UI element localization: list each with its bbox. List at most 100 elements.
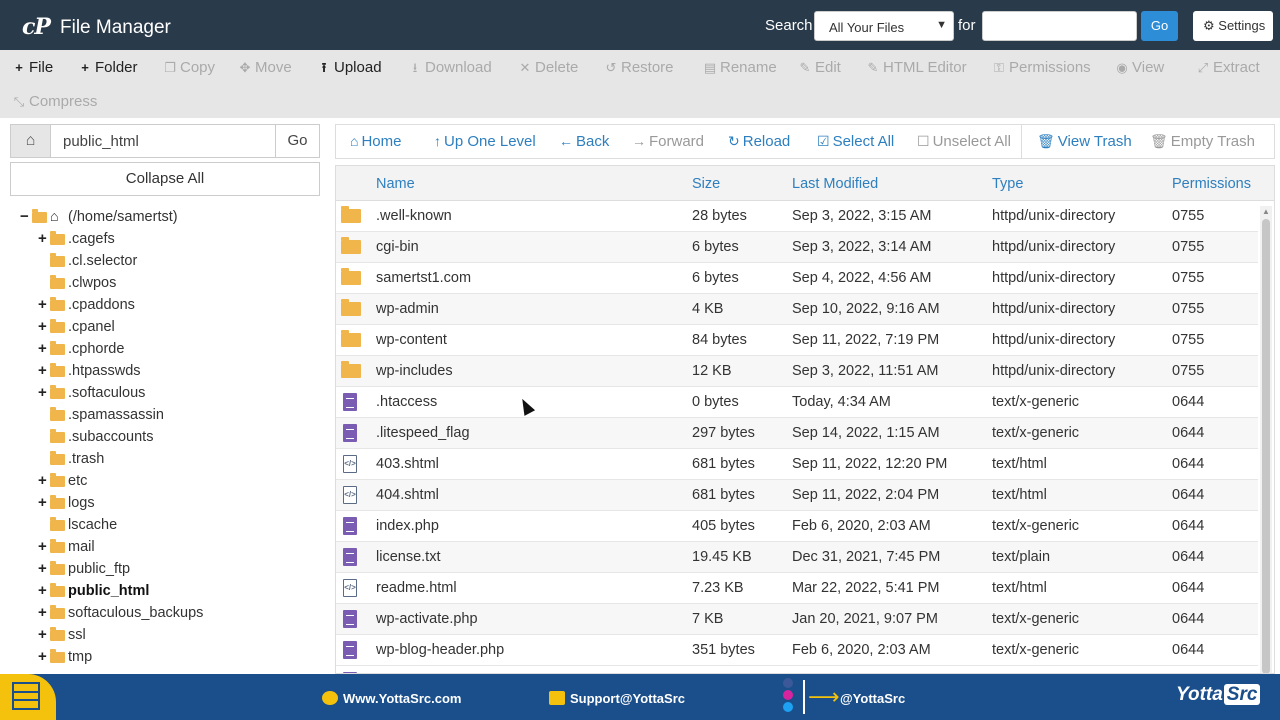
- expand-icon[interactable]: +: [38, 646, 50, 668]
- toolbar-copy-button[interactable]: ❐ Copy: [163, 58, 215, 78]
- table-row[interactable]: wp-blog-header.php 351 bytes Feb 6, 2020, …: [336, 635, 1258, 666]
- website-link[interactable]: Www.YottaSrc.com: [322, 691, 461, 706]
- tree-item[interactable]: + logs: [38, 492, 330, 514]
- toolbar-upload-button[interactable]: ⭱ Upload: [317, 58, 382, 78]
- collapse-icon[interactable]: −: [20, 206, 32, 228]
- tree-item[interactable]: + .softaculous: [38, 382, 330, 404]
- path-input[interactable]: public_html: [63, 133, 139, 150]
- tree-item[interactable]: + .cpanel: [38, 316, 330, 338]
- expand-icon[interactable]: +: [38, 338, 50, 360]
- tree-item[interactable]: + softaculous_backups: [38, 602, 330, 624]
- tree-item-label: .cagefs: [68, 231, 115, 247]
- twitter-icon[interactable]: [783, 702, 793, 712]
- social-handle[interactable]: @YottaSrc: [840, 691, 905, 706]
- tree-item[interactable]: .cl.selector: [38, 250, 330, 272]
- nav-forward-button[interactable]: → Forward: [632, 133, 704, 150]
- table-row[interactable]: </> 403.shtml 681 bytes Sep 11, 2022, 12:20…: [336, 449, 1258, 480]
- toolbar-compress-button[interactable]: ⤡ Compress: [12, 92, 98, 112]
- table-row[interactable]: wp-includes 12 KB Sep 3, 2022, 11:51 AM htt…: [336, 356, 1258, 387]
- tree-item[interactable]: + public_ftp: [38, 558, 330, 580]
- expand-icon[interactable]: +: [38, 294, 50, 316]
- tree-item[interactable]: .spamassassin: [38, 404, 330, 426]
- nav-up-one-level-button[interactable]: ↑ Up One Level: [434, 133, 536, 150]
- vertical-scrollbar[interactable]: ▲: [1260, 206, 1272, 673]
- tree-item[interactable]: + etc: [38, 470, 330, 492]
- tree-item[interactable]: .trash: [38, 448, 330, 470]
- facebook-icon[interactable]: [783, 678, 793, 688]
- table-row[interactable]: .htaccess 0 bytes Today, 4:34 AM text/x-gen…: [336, 387, 1258, 418]
- tree-item[interactable]: .clwpos: [38, 272, 330, 294]
- scroll-up-icon[interactable]: ▲: [1262, 207, 1270, 216]
- column-header-name[interactable]: Name: [376, 176, 415, 192]
- toolbar-folder-button[interactable]: + Folder: [78, 58, 137, 78]
- tree-item[interactable]: + .cphorde: [38, 338, 330, 360]
- path-go-button[interactable]: Go: [275, 125, 319, 157]
- expand-icon[interactable]: +: [38, 536, 50, 558]
- expand-icon[interactable]: +: [38, 316, 50, 338]
- support-email[interactable]: Support@YottaSrc: [549, 691, 685, 706]
- expand-icon[interactable]: +: [38, 580, 50, 602]
- nav-empty-trash-button[interactable]: 🗑 Empty Trash: [1150, 133, 1255, 150]
- scrollbar-thumb[interactable]: [1262, 219, 1270, 673]
- nav-back-button[interactable]: ← Back: [559, 133, 609, 150]
- toolbar-move-button[interactable]: ✥ Move: [238, 58, 292, 78]
- column-header-type[interactable]: Type: [992, 176, 1023, 192]
- toolbar-rename-button[interactable]: ▤ Rename: [703, 58, 777, 78]
- expand-icon[interactable]: +: [38, 360, 50, 382]
- tree-item[interactable]: .subaccounts: [38, 426, 330, 448]
- expand-icon[interactable]: +: [38, 382, 50, 404]
- toolbar-restore-button[interactable]: ↺ Restore: [604, 58, 674, 78]
- expand-icon[interactable]: +: [38, 228, 50, 250]
- toolbar-file-button[interactable]: + File: [12, 58, 53, 78]
- table-row[interactable]: samertst1.com 6 bytes Sep 4, 2022, 4:56 AM…: [336, 263, 1258, 294]
- expand-icon[interactable]: +: [38, 602, 50, 624]
- table-row[interactable]: index.php 405 bytes Feb 6, 2020, 2:03 AM te…: [336, 511, 1258, 542]
- table-row[interactable]: wp-content 84 bytes Sep 11, 2022, 7:19 PM h…: [336, 325, 1258, 356]
- table-row[interactable]: wp-admin 4 KB Sep 10, 2022, 9:16 AM httpd/u…: [336, 294, 1258, 325]
- table-row[interactable]: .litespeed_flag 297 bytes Sep 14, 2022, 1:…: [336, 418, 1258, 449]
- table-row[interactable]: </> 404.shtml 681 bytes Sep 11, 2022, 2:04 …: [336, 480, 1258, 511]
- table-row[interactable]: </> readme.html 7.23 KB Mar 22, 2022, 5:41 …: [336, 573, 1258, 604]
- home-icon[interactable]: ⌂: [11, 125, 51, 157]
- expand-icon[interactable]: +: [38, 492, 50, 514]
- tree-item[interactable]: + public_html: [38, 580, 330, 602]
- search-go-button[interactable]: Go: [1141, 11, 1178, 41]
- search-scope-select[interactable]: All Your Files ▼: [814, 11, 954, 41]
- toolbar-html-editor-button[interactable]: ✎ HTML Editor: [866, 58, 967, 78]
- toolbar-view-button[interactable]: ◉ View: [1115, 58, 1164, 78]
- toolbar-edit-button[interactable]: ✎ Edit: [798, 58, 841, 78]
- nav-reload-button[interactable]: ↻ Reload: [728, 133, 790, 150]
- table-row[interactable]: [336, 666, 1258, 673]
- nav-view-trash-button[interactable]: 🗑 View Trash: [1037, 133, 1132, 150]
- tree-item[interactable]: + .htpasswds: [38, 360, 330, 382]
- table-row[interactable]: cgi-bin 6 bytes Sep 3, 2022, 3:14 AM httpd/…: [336, 232, 1258, 263]
- cpanel-logo[interactable]: cP: [22, 14, 51, 40]
- toolbar-extract-button[interactable]: ⤢ Extract: [1196, 58, 1260, 78]
- expand-icon[interactable]: +: [38, 558, 50, 580]
- toolbar-download-button[interactable]: ⭳ Download: [408, 58, 492, 78]
- table-row[interactable]: license.txt 19.45 KB Dec 31, 2021, 7:45 PM…: [336, 542, 1258, 573]
- tree-item[interactable]: + .cpaddons: [38, 294, 330, 316]
- expand-icon[interactable]: +: [38, 470, 50, 492]
- tree-item[interactable]: lscache: [38, 514, 330, 536]
- tree-item[interactable]: + tmp: [38, 646, 330, 668]
- instagram-icon[interactable]: [783, 690, 793, 700]
- collapse-all-button[interactable]: Collapse All: [10, 162, 320, 196]
- toolbar-delete-button[interactable]: ✕ Delete: [518, 58, 579, 78]
- column-header-size[interactable]: Size: [692, 176, 720, 192]
- table-row[interactable]: .well-known 28 bytes Sep 3, 2022, 3:15 AM h…: [336, 201, 1258, 232]
- nav-home-button[interactable]: ⌂ Home: [350, 133, 401, 150]
- tree-root[interactable]: − ⌂ (/home/samertst): [20, 206, 330, 228]
- tree-item[interactable]: + mail: [38, 536, 330, 558]
- tree-item[interactable]: + ssl: [38, 624, 330, 646]
- nav-unselect-all-button[interactable]: ☐ Unselect All: [917, 133, 1011, 150]
- toolbar-permissions-button[interactable]: ⚿ Permissions: [992, 58, 1091, 78]
- expand-icon[interactable]: +: [38, 624, 50, 646]
- column-header-last-modified[interactable]: Last Modified: [792, 176, 878, 192]
- settings-button[interactable]: ⚙ Settings: [1193, 11, 1273, 41]
- table-row[interactable]: wp-activate.php 7 KB Jan 20, 2021, 9:07 PM…: [336, 604, 1258, 635]
- search-input[interactable]: [982, 11, 1137, 41]
- nav-select-all-button[interactable]: ☑ Select All: [817, 133, 894, 150]
- tree-item[interactable]: + .cagefs: [38, 228, 330, 250]
- column-header-permissions[interactable]: Permissions: [1172, 176, 1251, 192]
